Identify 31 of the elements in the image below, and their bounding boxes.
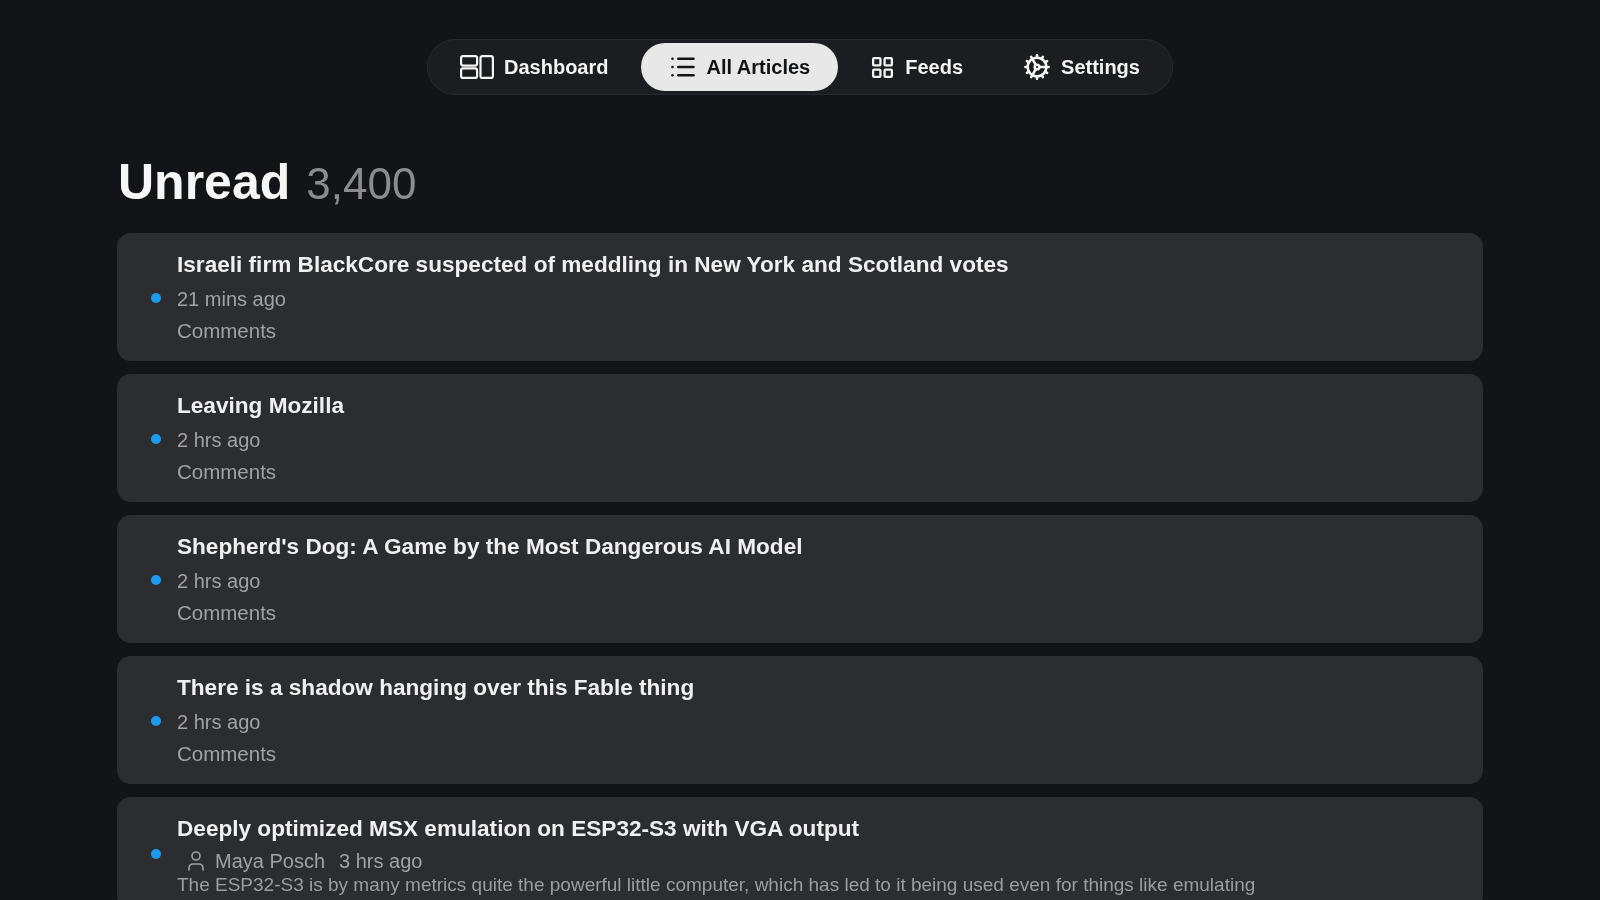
article-title[interactable]: Shepherd's Dog: A Game by the Most Dangerous AI Model [177, 531, 803, 563]
nav-tab[interactable]: Dashboard [432, 43, 637, 91]
article-author: Maya Posch [215, 849, 326, 873]
article-title[interactable]: There is a shadow hanging over this Fable thing [177, 672, 695, 704]
layout-icon [460, 55, 495, 79]
article-card[interactable] [117, 797, 1483, 900]
person-icon [188, 851, 204, 871]
nav-tab[interactable]: Settings [995, 43, 1168, 91]
article-time: 2 hrs ago [177, 569, 261, 594]
article-time: 21 mins ago [177, 287, 286, 312]
comments-link[interactable]: Comments [177, 597, 277, 629]
article-excerpt: The ESP32-S3 is by many metrics quite the powerful little computer, which has led to it being used even for things like emulating [177, 875, 1256, 895]
unread-count: 3,400 [306, 162, 417, 206]
nav-tab[interactable]: Feeds [842, 43, 992, 91]
article-title[interactable]: Israeli firm BlackCore suspected of meddling in New York and Scotland votes [177, 249, 1009, 281]
article-title[interactable]: Leaving Mozilla [177, 390, 344, 422]
article-card[interactable]: Israeli firm BlackCore suspected of meddling in New York and Scotland votes 21 mins ago Comments [117, 233, 1483, 361]
article-time: 3 hrs ago [339, 849, 423, 873]
article-title[interactable]: Deeply optimized MSX emulation on ESP32-S3 with VGA output [177, 813, 860, 845]
page-title: Unread [118, 157, 291, 207]
nav-tab[interactable]: All Articles [640, 43, 839, 91]
article-time: 2 hrs ago [177, 710, 261, 735]
gear-icon [1023, 53, 1052, 81]
article-card[interactable]: Shepherd's Dog: A Game by the Most Dangerous AI Model 2 hrs ago Comments [117, 515, 1483, 643]
article-card[interactable]: There is a shadow hanging over this Fable thing 2 hrs ago Comments [117, 656, 1483, 784]
article-card[interactable]: Leaving Mozilla 2 hrs ago Comments [117, 374, 1483, 502]
comments-link[interactable]: Comments [177, 315, 277, 347]
article-time: 2 hrs ago [177, 428, 261, 453]
comments-link[interactable]: Comments [177, 456, 277, 488]
comments-link[interactable]: Comments [177, 738, 277, 770]
grid-icon [870, 54, 896, 80]
